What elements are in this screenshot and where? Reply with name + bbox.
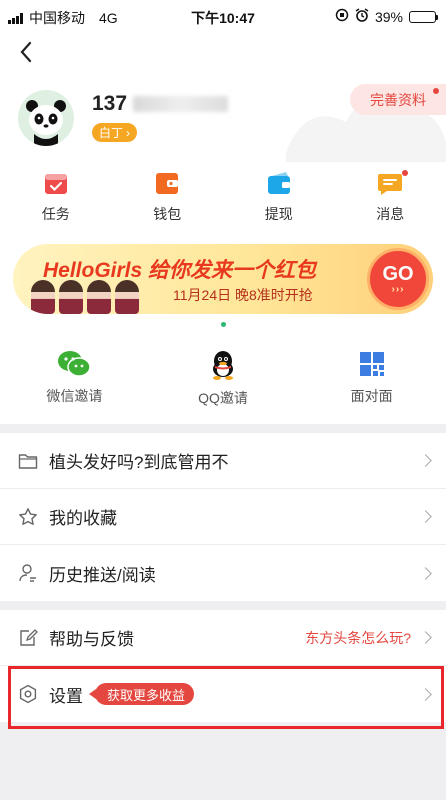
menu-item-help[interactable]: 帮助与反馈 东方头条怎么玩?	[0, 610, 446, 666]
promo-banner[interactable]: HelloGirls 给你发来一个红包 11月24日 晚8准时开抢 GO ›››	[13, 244, 433, 314]
qq-icon	[213, 351, 233, 380]
help-edit-icon	[18, 628, 38, 648]
invite-label: QQ邀请	[198, 390, 248, 406]
menu-label: 植头发好吗?到底管用不	[49, 453, 229, 472]
banner-go-button[interactable]: GO ›››	[367, 248, 429, 310]
username-redaction	[133, 96, 229, 112]
quick-action-label: 消息	[376, 206, 405, 222]
banner-go-arrows: ›››	[391, 283, 405, 295]
quick-action-label: 任务	[41, 206, 70, 222]
menu-item-settings[interactable]: 设置 获取更多收益	[0, 666, 446, 722]
complete-profile-button[interactable]: 完善资料	[350, 84, 446, 115]
alarm-icon	[355, 8, 369, 25]
withdraw-icon	[267, 172, 290, 194]
battery-percent: 39%	[374, 8, 403, 25]
menu-group-settings: 帮助与反馈 东方头条怎么玩? 设置 获取更多收益	[0, 610, 446, 722]
chevron-right-icon	[419, 510, 432, 523]
menu-item-article[interactable]: 植头发好吗?到底管用不	[0, 433, 446, 489]
earn-more-tag: 获取更多收益	[88, 683, 195, 705]
person-history-icon	[18, 563, 38, 583]
banner-pagination	[0, 322, 446, 327]
quick-action-task[interactable]: 任务	[0, 170, 112, 230]
quick-action-message[interactable]: 消息	[335, 170, 446, 230]
banner-go-label: GO	[382, 262, 414, 285]
quick-action-label: 提现	[264, 206, 293, 222]
battery-icon	[409, 10, 438, 23]
invite-row: 微信邀请 QQ邀请 面对面	[0, 350, 446, 410]
wallet-icon	[156, 173, 179, 194]
settings-hex-icon	[18, 684, 38, 704]
chevron-right-icon	[419, 566, 432, 580]
task-icon	[44, 174, 67, 194]
invite-wechat[interactable]: 微信邀请	[0, 350, 149, 410]
message-icon	[378, 174, 403, 195]
orientation-lock-icon	[335, 8, 349, 25]
complete-profile-label: 完善资料	[370, 91, 426, 108]
quick-action-withdraw[interactable]: 提现	[223, 170, 335, 230]
notification-dot	[433, 88, 439, 94]
username-text: 137	[92, 92, 128, 115]
back-arrow-icon	[20, 41, 32, 63]
level-label: 白丁	[99, 126, 124, 140]
quick-actions: 任务 钱包 提现 消息	[0, 170, 446, 230]
chevron-right-icon	[419, 687, 432, 701]
back-button[interactable]	[12, 38, 40, 66]
banner-illustration	[31, 280, 139, 314]
menu-label: 我的收藏	[49, 509, 117, 528]
menu-label: 帮助与反馈	[49, 630, 134, 649]
star-icon	[18, 507, 38, 527]
quick-action-wallet[interactable]: 钱包	[112, 170, 224, 230]
menu-group-content: 植头发好吗?到底管用不 我的收藏 历史推送/阅读	[0, 433, 446, 601]
invite-label: 面对面	[350, 388, 393, 404]
level-badge[interactable]: 白丁 ›	[92, 123, 138, 142]
chevron-right-icon: ›	[126, 125, 131, 140]
chevron-right-icon	[419, 454, 432, 467]
invite-face-to-face[interactable]: 面对面	[297, 350, 446, 410]
menu-item-favorites[interactable]: 我的收藏	[0, 489, 446, 545]
menu-label: 设置	[49, 686, 83, 706]
qr-grid-icon	[359, 352, 384, 376]
wechat-icon	[58, 351, 92, 377]
pagination-dot	[220, 322, 226, 327]
banner-brand: HelloGirls	[43, 259, 143, 282]
invite-label: 微信邀请	[46, 388, 103, 404]
menu-item-history[interactable]: 历史推送/阅读	[0, 545, 446, 601]
how-to-play-link[interactable]: 东方头条怎么玩?	[305, 628, 411, 648]
folder-icon	[18, 451, 38, 471]
invite-qq[interactable]: QQ邀请	[149, 350, 298, 410]
banner-headline: 给你发来一个红包	[148, 259, 317, 282]
username: 137	[92, 92, 229, 116]
chevron-right-icon	[419, 631, 432, 644]
notification-dot	[402, 170, 408, 176]
avatar[interactable]	[18, 90, 74, 146]
quick-action-label: 钱包	[153, 206, 182, 222]
menu-label: 历史推送/阅读	[49, 565, 156, 585]
status-bar: 中国移动 4G 下午10:47 39%	[0, 0, 446, 32]
banner-subtitle: 11月24日 晚8准时开抢	[173, 287, 313, 303]
profile-header: 137 白丁 › 完善资料 任务 钱包 提现 消息 HelloGirls 给你发…	[0, 32, 446, 424]
panda-avatar-icon	[18, 90, 74, 146]
